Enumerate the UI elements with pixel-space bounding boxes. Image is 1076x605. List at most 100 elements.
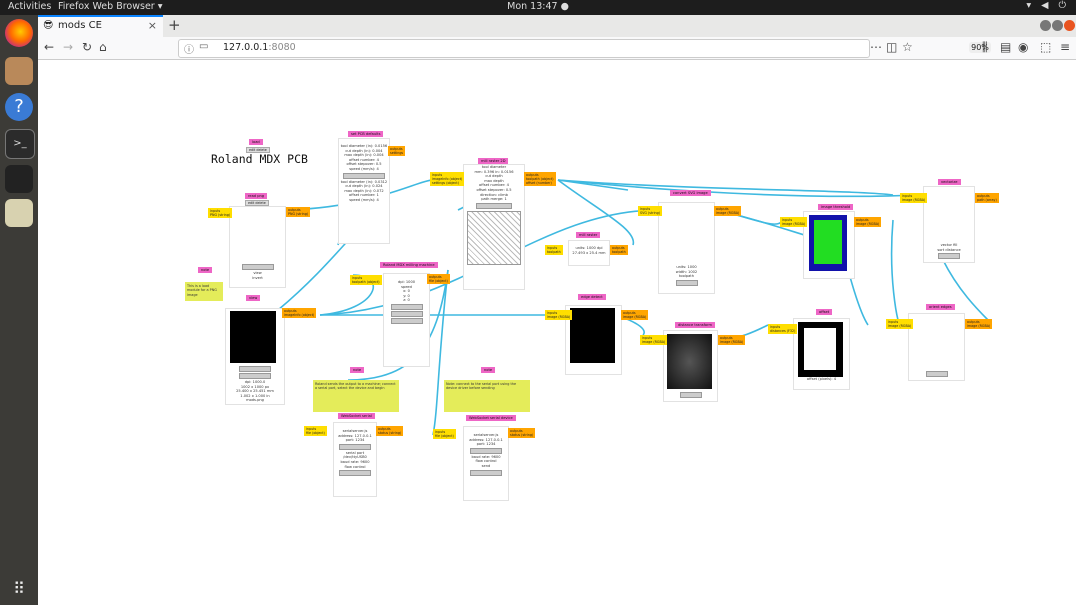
firefox-icon[interactable] (5, 19, 33, 47)
tab-mods-ce[interactable]: 😎 mods CE × (38, 15, 163, 37)
edit-delete-button[interactable]: edit delete (245, 200, 269, 206)
close-window-button[interactable] (1064, 20, 1075, 31)
bookmark-star-icon[interactable]: ☆ (902, 40, 913, 54)
module-title[interactable]: WebSocket serial (338, 413, 375, 419)
module-view-toolpath[interactable]: units: 1000 width: 1002 toolpath (658, 202, 715, 294)
module-title[interactable]: note (198, 267, 213, 273)
inputs-port[interactable]: inputs distances (F32) (768, 324, 798, 334)
module-title[interactable]: view (246, 295, 261, 301)
module-title[interactable]: mill raster (576, 232, 601, 238)
page-icon: ▭ (199, 41, 209, 52)
activities-button[interactable]: Activities (8, 1, 51, 12)
note: Note: connect to the serial port using t… (444, 380, 530, 412)
outputs-port[interactable]: outputs image (RGBA) (714, 206, 742, 216)
inputs-port[interactable]: inputs image (RGBA) (780, 217, 808, 227)
module-title[interactable]: vectorize (938, 179, 961, 185)
module-title[interactable]: read png (245, 193, 268, 199)
outputs-port[interactable]: outputs status (string) (376, 426, 404, 436)
outputs-port[interactable]: outputs settings (388, 146, 406, 156)
inputs-port[interactable]: inputs file (object) (304, 426, 327, 436)
new-tab-button[interactable]: + (168, 16, 181, 34)
page-actions-icon[interactable]: ⋯ (870, 40, 882, 54)
maximize-button[interactable] (1052, 20, 1063, 31)
terminal-icon[interactable]: >_ (5, 129, 35, 159)
mods-canvas[interactable]: Roland MDX PCB load edit delete tool dia… (38, 60, 1076, 605)
module-title[interactable]: WebSocket serial device (466, 415, 516, 421)
reload-button[interactable]: ↻ (82, 40, 92, 54)
module-title[interactable]: Roland MDX milling machine (380, 262, 438, 268)
outputs-port[interactable]: outputs image (RGBA) (621, 310, 649, 320)
system-tray[interactable]: ▾ ◀ ⏻ (1026, 0, 1066, 11)
module-title[interactable]: distance transform (675, 322, 715, 328)
module-title[interactable]: set PCB defaults (348, 131, 384, 137)
note: Roland sends the output to a machine; co… (313, 380, 399, 412)
module-websocket-serial-2[interactable]: serialserver.js address: 127.0.0.1 port: 1… (463, 426, 509, 501)
files-icon[interactable] (5, 57, 33, 85)
module-title[interactable]: mill raster 2D (478, 158, 509, 164)
show-apps-icon[interactable]: ⠿ (5, 575, 33, 603)
inkscape-icon[interactable] (5, 165, 33, 193)
outputs-port[interactable]: outputs toolpath (610, 245, 628, 255)
module-title[interactable]: image threshold (818, 204, 854, 210)
outputs-port[interactable]: outputs toolpath (object) offset (number) (524, 172, 556, 186)
url-bar[interactable]: ⓘ ▭ 127.0.0.1:8080 90% (178, 39, 991, 58)
forward-button[interactable]: → (63, 40, 73, 54)
info-icon[interactable]: ⓘ (184, 41, 194, 56)
outputs-port[interactable]: outputs PNG (string) (286, 207, 311, 217)
pcb-image (570, 308, 615, 363)
outputs-port[interactable]: outputs image (RGBA) (718, 335, 746, 345)
module-websocket-serial-1[interactable]: serialserver.js address: 127.0.0.1 port: 1… (333, 422, 377, 497)
module-title[interactable]: offset (816, 309, 833, 315)
offset-image (798, 322, 843, 377)
module-set-pcb-defaults[interactable]: tool diameter (in): 0.0156 cut depth (in)… (338, 138, 390, 244)
image-viewer-icon[interactable] (5, 199, 33, 227)
module-title[interactable]: note (481, 367, 496, 373)
close-tab-icon[interactable]: × (148, 19, 157, 32)
edit-delete-button[interactable]: edit delete (246, 147, 270, 153)
account-icon[interactable]: ◉ (1018, 40, 1028, 54)
outputs-port[interactable]: outputs status (string) (508, 428, 536, 438)
module-vectorize[interactable]: dpi: 1000 speed x: 0 y: 0 z: 0 (383, 273, 430, 367)
inputs-port[interactable]: inputs toolpath (object) (350, 275, 382, 285)
extensions-icon[interactable]: ⬚ (1040, 40, 1051, 54)
outputs-port[interactable]: outputs image (RGBA) (965, 319, 993, 329)
tab-favicon: 😎 (43, 20, 54, 31)
menu-icon[interactable]: ≡ (1060, 40, 1070, 54)
outputs-port[interactable]: outputs image (RGBA) (854, 217, 882, 227)
canvas-title: Roland MDX PCB (211, 152, 308, 166)
outputs-port[interactable]: outputs imageInfo (object) (282, 308, 317, 318)
inputs-port[interactable]: inputs image (RGBA) (640, 335, 668, 345)
inputs-port[interactable]: inputs image (RGBA) (886, 319, 914, 329)
module-small-settings[interactable]: units: 1000 dpi 27.493 x 25.4 mm (568, 240, 610, 266)
pocket-icon[interactable]: ◫ (886, 40, 897, 54)
module-title[interactable]: edge detect (578, 294, 606, 300)
inputs-port[interactable]: inputs toolpath (545, 245, 563, 255)
outputs-port[interactable]: outputs file (object) (427, 274, 450, 284)
module-vectorize-right[interactable]: vector fill sort distance (923, 186, 975, 263)
system-top-bar: Activities Firefox Web Browser ▾ Mon 13:… (0, 0, 1076, 15)
module-title[interactable]: convert SVG image (670, 190, 711, 196)
sidebar-icon[interactable]: ▤ (1000, 40, 1011, 54)
inputs-port[interactable]: inputs image (RGBA) (545, 310, 573, 320)
library-icon[interactable]: ⫼ (982, 40, 988, 55)
outputs-port[interactable]: outputs path (array) (975, 193, 999, 203)
png-stats: dpi: 1000.0 1002 x 1000 px 25.400 x 25.4… (236, 380, 274, 403)
zoom-indicator[interactable]: 90% (969, 42, 991, 53)
inputs-port[interactable]: inputs SVG (string) (638, 206, 662, 216)
minimize-button[interactable] (1040, 20, 1051, 31)
back-button[interactable]: ← (44, 40, 54, 54)
help-icon[interactable]: ? (5, 93, 33, 121)
module-title[interactable]: note (350, 367, 365, 373)
inputs-port[interactable]: inputs PNG (string) (208, 208, 233, 218)
network-icon: ▾ (1026, 0, 1032, 11)
module-title[interactable]: load (249, 139, 263, 145)
inputs-port[interactable]: inputs image (RGBA) (900, 193, 928, 203)
module-read-png[interactable]: view invert (229, 206, 286, 288)
inputs-port[interactable]: inputs file (object) (433, 429, 456, 439)
home-button[interactable]: ⌂ (99, 40, 107, 54)
inputs-port[interactable]: inputs imageInfo (object) settings (object… (430, 172, 465, 186)
module-mill-raster[interactable]: tool diameter mm: 0.396 in: 0.0156 cut dep… (463, 164, 525, 290)
module-orient-edges[interactable] (908, 313, 965, 381)
app-menu[interactable]: Firefox Web Browser ▾ (58, 1, 162, 12)
module-title[interactable]: orient edges (926, 304, 955, 310)
